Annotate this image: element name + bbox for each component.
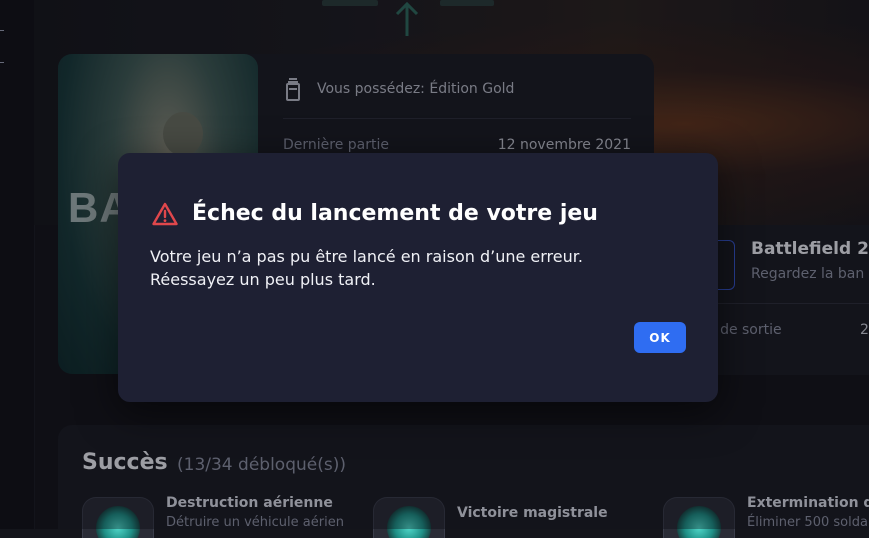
dialog-message-line: Votre jeu n’a pas pu être lancé en raiso… xyxy=(150,247,583,266)
dialog-title: Échec du lancement de votre jeu xyxy=(192,201,598,226)
ok-button[interactable]: OK xyxy=(634,322,686,353)
warning-triangle-icon xyxy=(152,202,178,225)
dialog-message: Votre jeu n’a pas pu être lancé en raiso… xyxy=(150,245,690,291)
error-dialog: Échec du lancement de votre jeu Votre je… xyxy=(118,153,718,402)
dialog-message-line: Réessayez un peu plus tard. xyxy=(150,270,376,289)
dialog-header: Échec du lancement de votre jeu xyxy=(152,201,598,226)
